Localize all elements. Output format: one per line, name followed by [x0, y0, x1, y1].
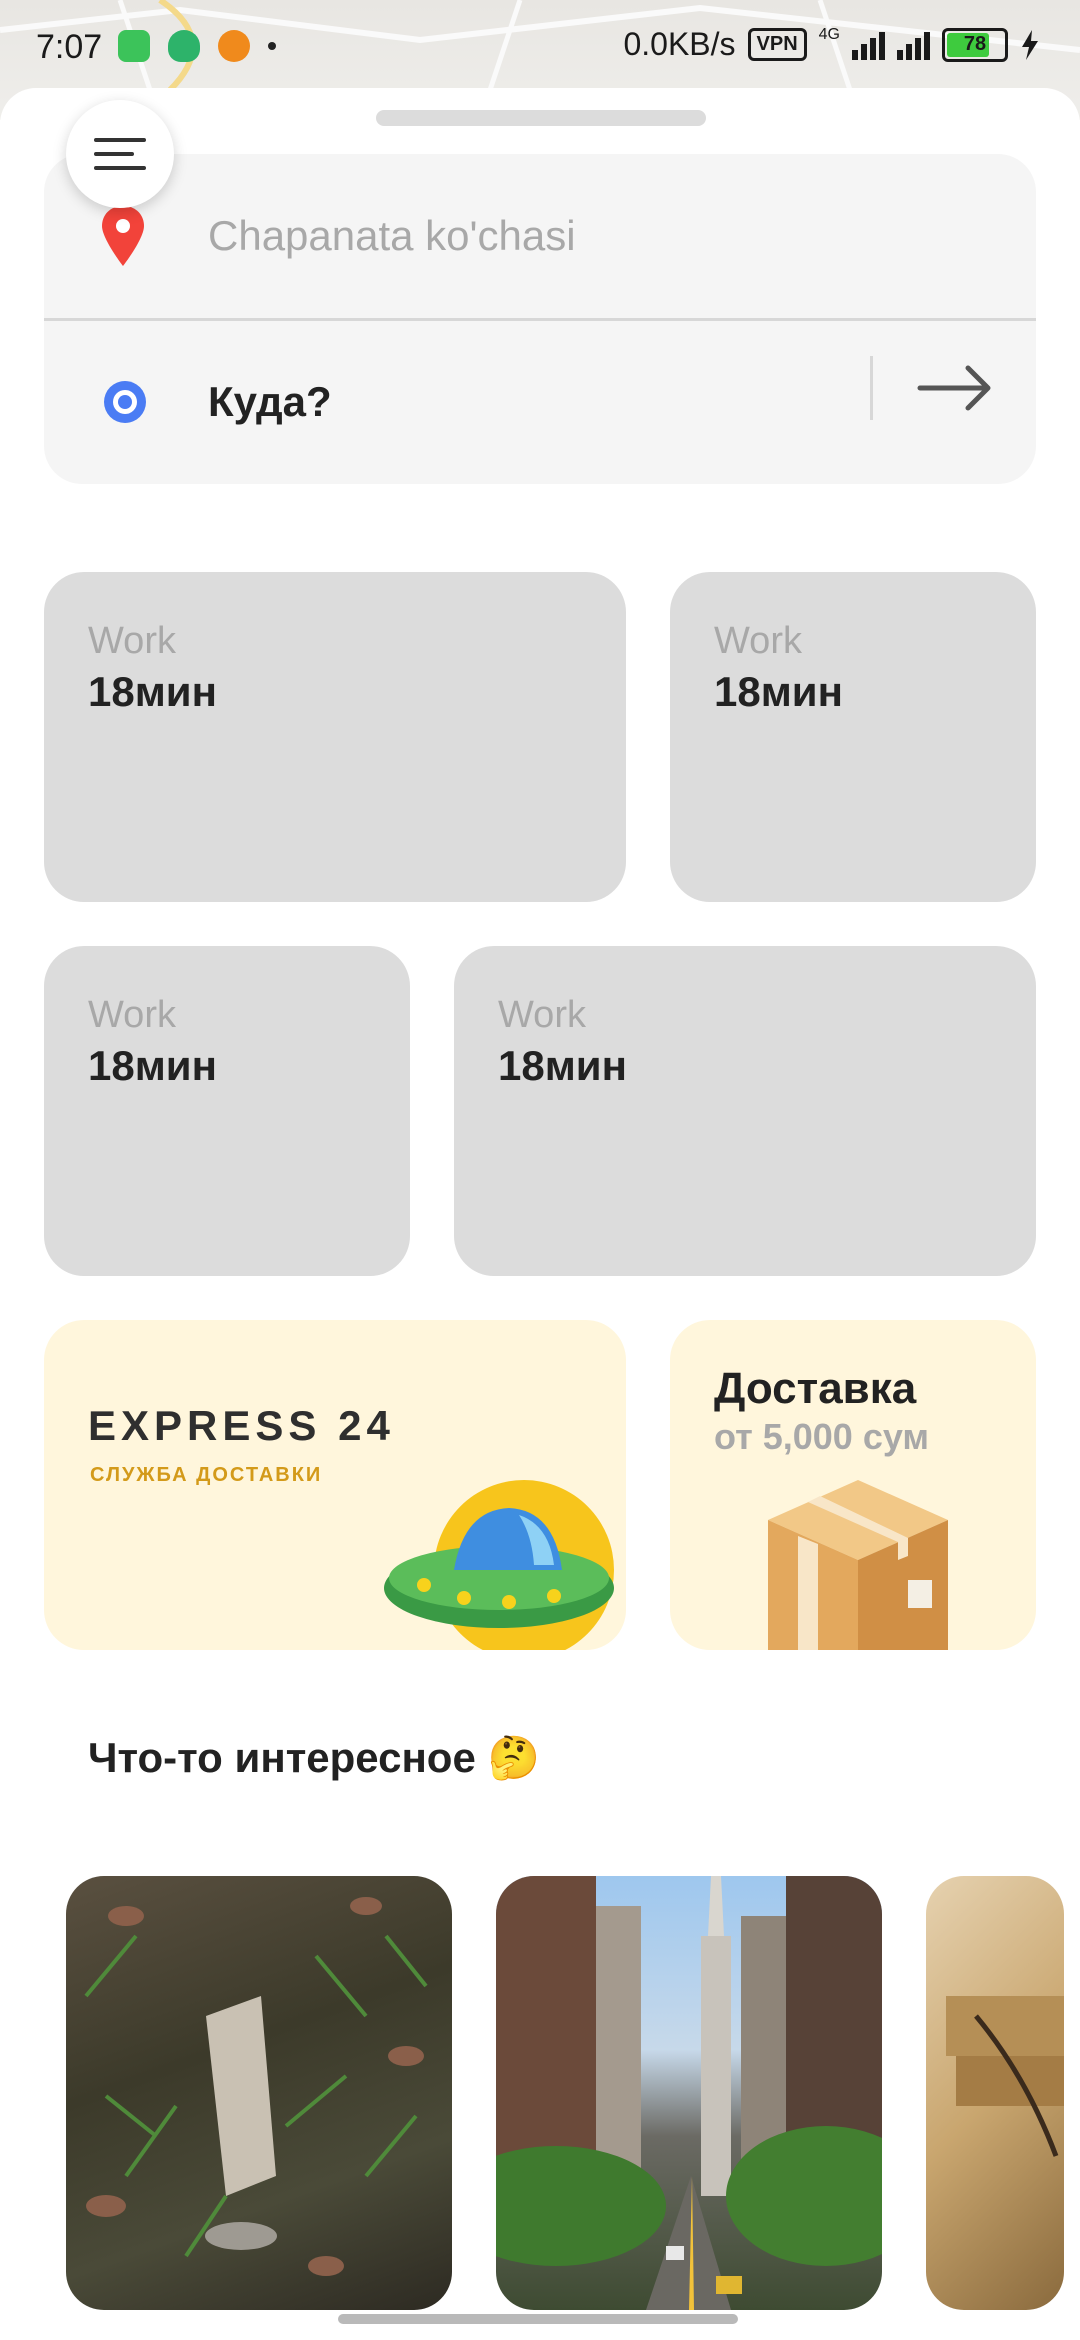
hamburger-menu-icon [94, 128, 146, 180]
signal-icon [852, 30, 885, 60]
to-placeholder: Куда? [208, 378, 332, 425]
menu-button[interactable] [66, 100, 174, 208]
story-image [496, 1876, 882, 2310]
tile-label: Work [88, 620, 176, 662]
charging-icon [1022, 29, 1038, 60]
battery-level: 78 [963, 33, 987, 55]
status-right: 0.0KB/s VPN 4G 78 [623, 26, 1040, 63]
shortcut-tile[interactable]: Work 18мин [44, 946, 410, 1276]
arrow-right-icon[interactable] [916, 360, 996, 416]
shortcut-tile[interactable]: Work 18мин [670, 572, 1036, 902]
bottom-sheet: Chapanata ko'chasi Куда? Work 18мин Work… [0, 88, 1080, 2340]
tile-eta: 18мин [88, 1042, 217, 1089]
network-type: 4G [818, 26, 840, 43]
vpn-badge: VPN [747, 28, 807, 61]
delivery-card[interactable]: Доставка от 5,000 сум [670, 1320, 1036, 1650]
from-address: Chapanata ko'chasi [208, 212, 576, 259]
shortcut-tile[interactable]: Work 18мин [44, 572, 626, 902]
tile-eta: 18мин [714, 668, 843, 715]
shortcut-tile[interactable]: Work 18мин [454, 946, 1036, 1276]
route-card: Chapanata ko'chasi Куда? [44, 154, 1036, 484]
status-time: 7:07 [36, 28, 103, 66]
notification-icons [118, 30, 276, 62]
tile-label: Work [714, 620, 802, 662]
story-image [946, 1996, 1064, 2157]
express24-card[interactable]: EXPRESS 24 СЛУЖБА ДОСТАВКИ [44, 1320, 626, 1650]
from-field[interactable]: Chapanata ko'chasi [44, 154, 1036, 318]
delivery-price: от 5,000 сум [714, 1416, 930, 1457]
story-card[interactable] [496, 1876, 882, 2310]
section-title: Что-то интересное 🤔 [88, 1734, 540, 1781]
signal-icon-2 [897, 30, 930, 60]
package-box-icon [768, 1480, 948, 1650]
network-speed: 0.0KB/s [623, 26, 736, 62]
express-subtitle: СЛУЖБА ДОСТАВКИ [90, 1464, 323, 1486]
battery-icon: 78 [942, 27, 1008, 62]
story-card[interactable] [66, 1876, 452, 2310]
app-notification-icon [118, 30, 150, 62]
tile-eta: 18мин [88, 668, 217, 715]
more-dot-icon [268, 42, 276, 50]
location-pin-icon [102, 206, 144, 266]
story-card[interactable] [926, 1876, 1064, 2310]
to-field[interactable]: Куда? [44, 320, 1036, 484]
tile-label: Work [498, 994, 586, 1036]
express-title: EXPRESS 24 [88, 1402, 395, 1449]
tile-label: Work [88, 994, 176, 1036]
delivery-title: Доставка [714, 1364, 917, 1413]
status-bar: 7:07 0.0KB/s VPN 4G 78 [0, 0, 1080, 92]
ufo-icon [384, 1480, 614, 1650]
story-image [84, 1897, 428, 2276]
home-indicator [338, 2314, 738, 2324]
target-dot-icon [104, 381, 146, 423]
shield-icon [168, 30, 200, 62]
tile-eta: 18мин [498, 1042, 627, 1089]
avatar-notification-icon [218, 30, 250, 62]
sheet-grabber[interactable] [376, 110, 706, 126]
to-separator [870, 356, 873, 420]
